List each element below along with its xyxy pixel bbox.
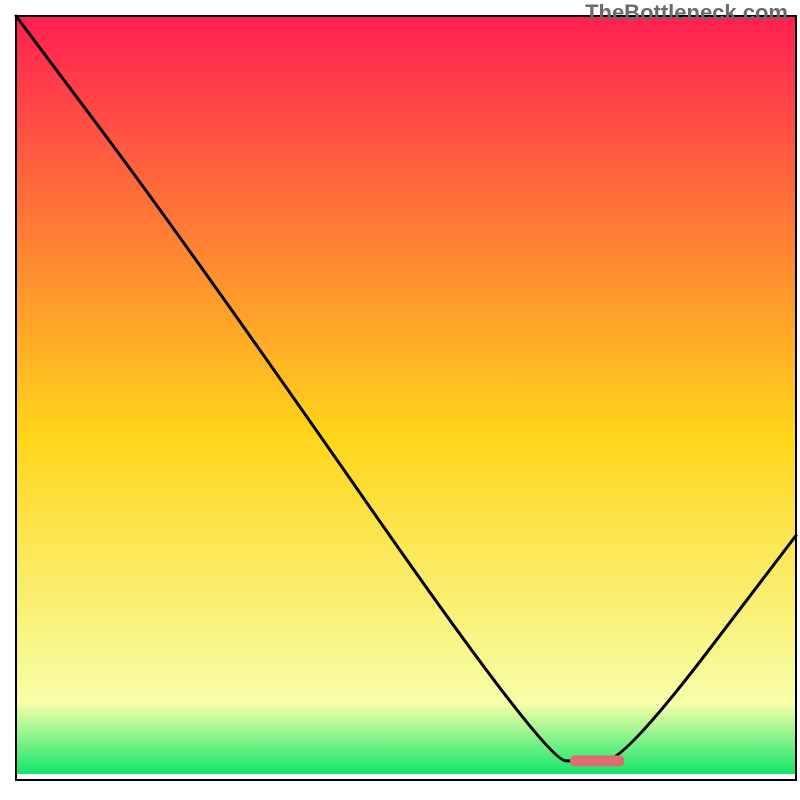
chart-gradient-background [16, 16, 796, 780]
chart-container: TheBottleneck.com [0, 0, 800, 800]
chart-svg [0, 0, 800, 800]
chart-marker-segment [570, 755, 625, 766]
watermark-text: TheBottleneck.com [585, 2, 788, 24]
